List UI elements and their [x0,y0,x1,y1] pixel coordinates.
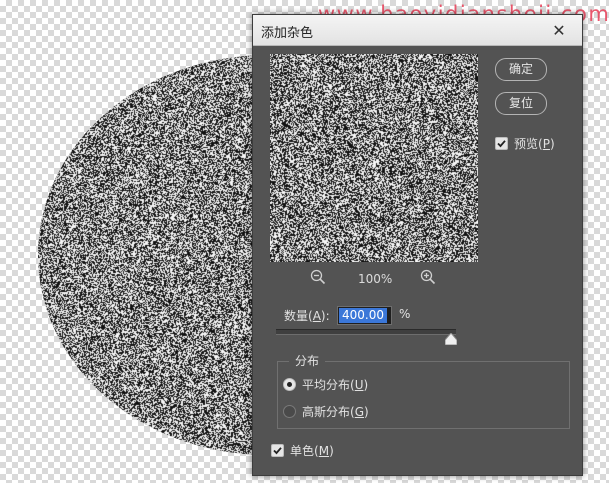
monochrome-checkbox[interactable] [271,444,284,457]
zoom-controls: 100% [270,268,478,290]
preview-label: 预览(P) [514,135,555,152]
amount-slider-track[interactable] [276,329,456,335]
checkmark-icon [272,445,283,456]
dialog-title: 添加杂色 [261,22,313,41]
uniform-label: 平均分布(U) [302,376,368,393]
amount-unit: % [399,307,410,321]
gaussian-radio[interactable] [283,405,296,418]
dialog-titlebar[interactable]: 添加杂色 ✕ [253,15,582,46]
zoom-in-icon[interactable] [420,269,436,285]
zoom-level: 100% [358,272,392,286]
preview-checkbox[interactable] [495,137,508,150]
ok-button[interactable]: 确定 [495,58,547,81]
monochrome-label: 单色(M) [290,442,334,459]
checkmark-icon [496,138,507,149]
noise-preview[interactable] [270,54,478,262]
amount-input[interactable]: 400.00 [337,306,392,325]
zoom-out-icon[interactable] [310,269,326,285]
amount-label: 数量(A): [284,307,330,324]
uniform-radio[interactable] [283,378,296,391]
close-icon[interactable]: ✕ [542,22,576,39]
distribution-title: 分布 [289,352,325,369]
reset-button[interactable]: 复位 [495,92,547,115]
amount-slider-thumb[interactable] [445,333,457,345]
gaussian-label: 高斯分布(G) [302,403,369,420]
amount-value: 400.00 [339,308,387,323]
add-noise-dialog: 添加杂色 ✕ 100% 确定 复位 预览(P) 数量(A): 400.00 % [252,14,583,476]
